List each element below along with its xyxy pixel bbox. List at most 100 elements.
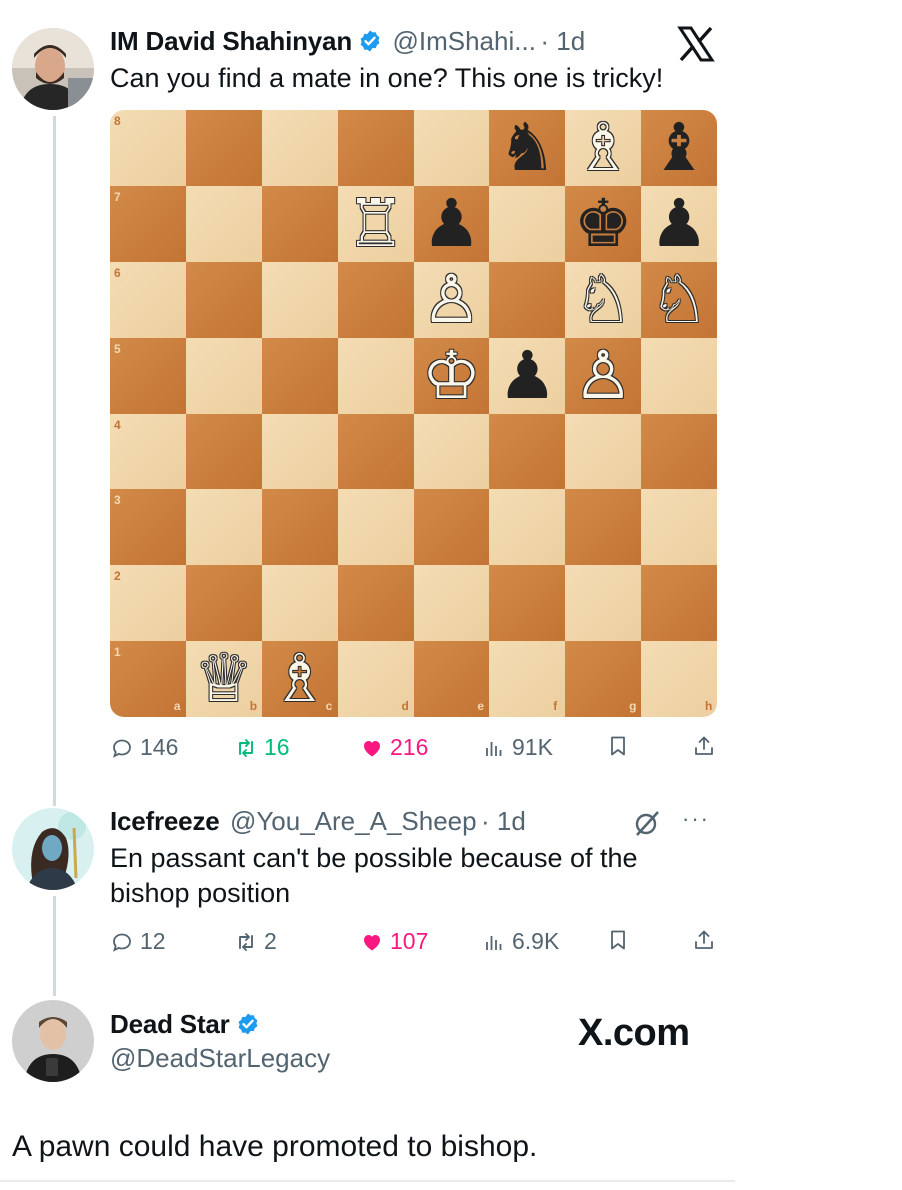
board-square-a5 [110,337,186,414]
rank-label: 5 [114,341,121,356]
board-square-a7 [110,185,186,262]
chess-piece-white-g5: ♙ [573,336,633,414]
author-handle[interactable]: @You_Are_A_Sheep [230,806,477,836]
board-square-e3 [413,489,490,566]
file-label: h [705,699,713,713]
file-label: a [173,699,181,713]
board-square-b7 [185,185,262,262]
rank-label: 1 [114,645,121,660]
chess-piece-black-e7: ♟ [421,184,482,262]
reply-button[interactable]: 12 [110,928,166,955]
author-handle[interactable]: @DeadStarLegacy [110,1043,330,1074]
chess-piece-white-h6: ♘ [649,260,709,338]
chess-piece-white-d7: ♖ [346,184,406,262]
rank-label: 8 [114,114,121,128]
rank-label: 3 [114,493,121,508]
reply-icon [113,739,131,758]
board-square-b4 [185,413,262,490]
board-square-d4 [337,413,414,490]
board-square-b5 [185,337,262,414]
avatar[interactable] [12,1000,94,1082]
bookmark-button[interactable] [606,734,630,758]
author-handle[interactable]: @ImShahi... [392,26,535,56]
timestamp[interactable]: · 1d [481,806,526,836]
board-square-f4 [489,413,566,490]
rank-label: 7 [114,189,121,204]
tweet-text-line: bishop position [110,878,291,908]
thread-line [53,116,56,806]
board-square-d8 [337,110,414,186]
verified-badge-icon [238,1013,257,1035]
share-icon [695,930,713,949]
board-square-c8 [261,110,338,186]
board-square-a8 [110,110,186,186]
views-button[interactable]: 91K [482,734,553,761]
tweet-header: IM David Shahinyan @ImShahi... · 1d [110,26,585,57]
tweet-text-line: En passant can't be possible because of … [110,843,638,873]
file-label: g [629,699,637,713]
board-square-d6 [337,261,414,338]
chess-piece-black-h7: ♟ [649,184,709,262]
like-count: 216 [390,734,429,760]
tweet-text: Can you find a mate in one? This one is … [110,63,664,93]
reply-button[interactable]: 146 [110,734,178,761]
retweet-icon [239,738,253,757]
x-logo-icon[interactable] [676,24,716,64]
board-square-a6 [110,261,186,338]
share-button[interactable] [692,734,716,758]
board-square-f3 [489,489,566,566]
like-button[interactable]: 216 [360,734,428,761]
chess-piece-black-g7: ♚ [573,184,633,262]
board-square-b6 [185,261,262,338]
chess-board-image[interactable]: 8 7 6 5 4 3 2 1 a b c d e f g h ♞ ♗ ♝ ♖ ♟ ♚ ♟ ♙ ♘ ♘ ♔ ♟ ♙ ♕ ♗ [110,110,717,717]
chess-piece-black-f8: ♞ [497,110,557,186]
avatar[interactable] [12,28,94,110]
retweet-button[interactable]: 16 [234,734,290,761]
board-square-g4 [565,413,642,490]
retweet-count: 16 [264,734,290,760]
board-square-h3 [641,489,717,566]
tweet-header: Dead Star [110,1009,260,1040]
like-button[interactable]: 107 [360,928,428,955]
board-square-a3 [110,489,186,566]
chess-piece-white-e6: ♙ [421,260,482,338]
more-options-icon[interactable]: ··· [682,806,710,832]
thread-line [53,896,56,996]
board-square-h5 [641,337,717,414]
file-label: d [401,699,409,713]
share-button[interactable] [692,928,716,952]
grok-icon[interactable] [632,808,662,838]
board-square-h2 [641,565,717,642]
views-button[interactable]: 6.9K [482,928,559,955]
rank-label: 2 [114,569,121,584]
views-chart-icon [486,741,502,756]
board-square-d3 [337,489,414,566]
board-square-c6 [261,261,338,338]
board-square-g2 [565,565,642,642]
heart-icon [364,934,380,950]
chess-piece-white-g6: ♘ [573,260,633,338]
x-com-watermark: X.com [578,1012,690,1054]
view-count: 91K [512,734,553,760]
board-square-c4 [261,413,338,490]
timestamp[interactable]: · 1d [540,26,585,56]
board-square-b8 [185,110,262,186]
reply-count: 146 [140,734,179,760]
reply-icon [113,933,131,952]
bookmark-button[interactable] [606,928,630,952]
board-square-c3 [261,489,338,566]
board-square-f6 [489,261,566,338]
avatar[interactable] [12,808,94,890]
bookmark-icon [611,736,625,756]
board-square-g3 [565,489,642,566]
view-count: 6.9K [512,928,560,954]
author-name[interactable]: Dead Star [110,1009,230,1039]
author-name[interactable]: IM David Shahinyan [110,26,352,56]
board-square-c5 [261,337,338,414]
author-name[interactable]: Icefreeze [110,806,220,836]
retweet-button[interactable]: 2 [234,928,277,955]
rank-label: 4 [114,417,121,432]
retweet-icon [239,932,253,951]
board-square-b3 [185,489,262,566]
chess-piece-black-f5: ♟ [497,336,557,414]
